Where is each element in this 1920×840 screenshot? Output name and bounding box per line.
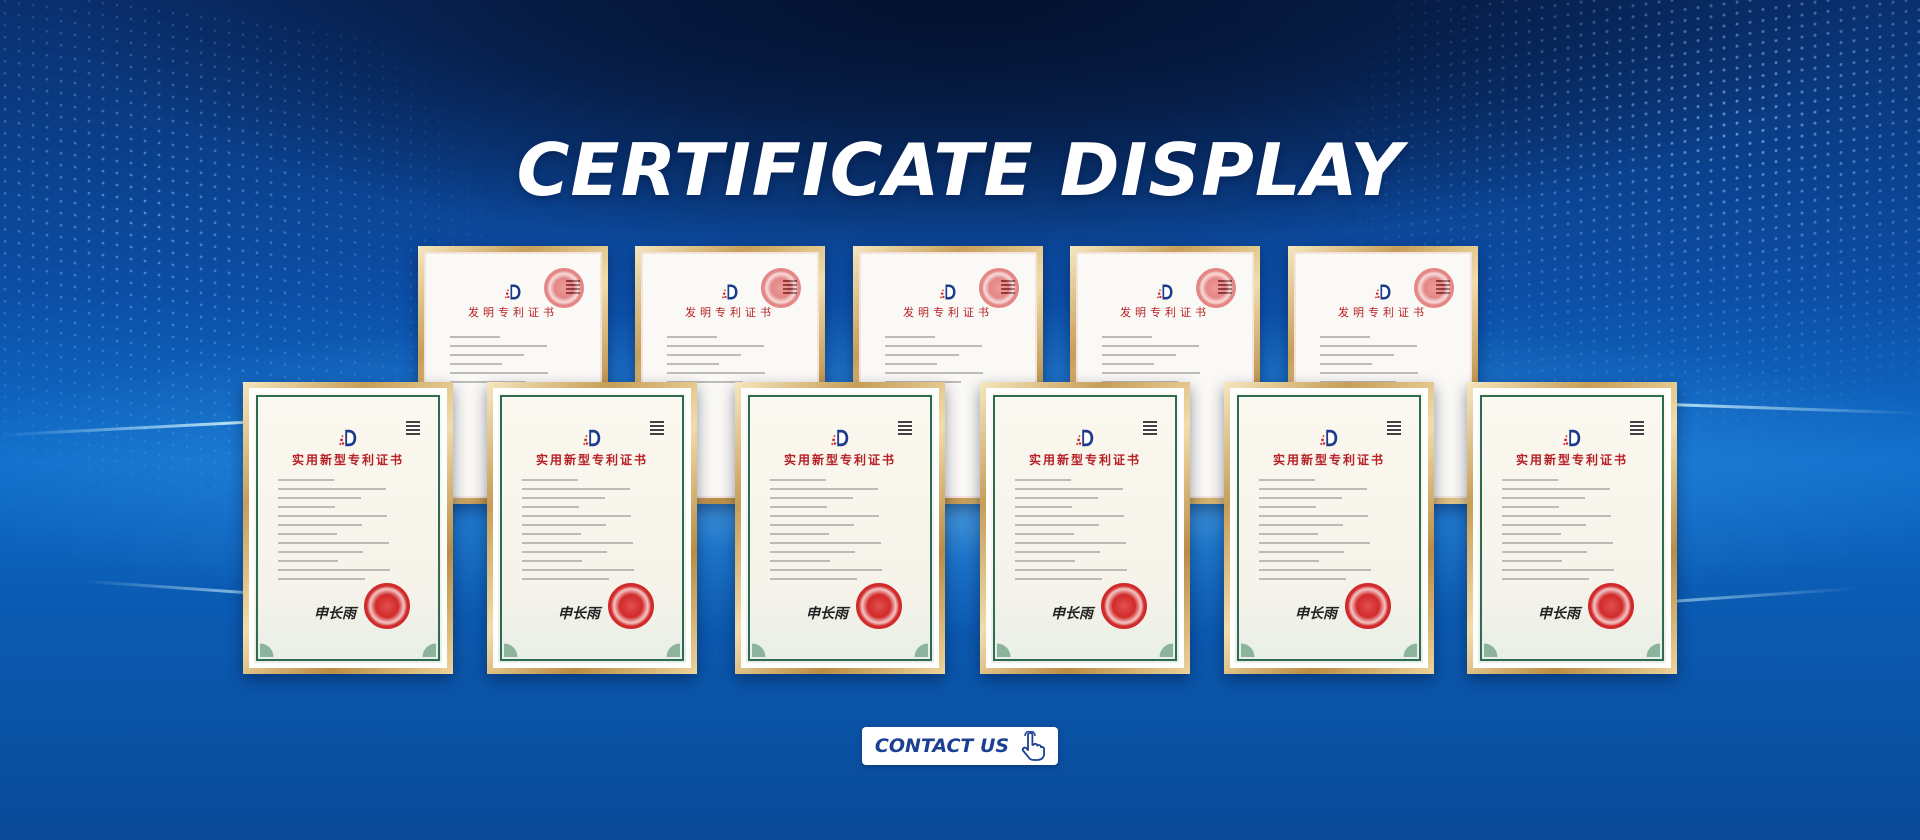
official-seal	[1345, 583, 1391, 629]
certificate-body-text	[1259, 479, 1399, 587]
cnipa-logo	[505, 284, 521, 300]
official-seal	[1101, 583, 1147, 629]
contact-us-button[interactable]: CONTACT US	[862, 727, 1058, 765]
certificate-title: 实用新型专利证书	[1028, 453, 1141, 467]
certificate-title: 发明专利证书	[1120, 306, 1210, 319]
certificate-body-text	[1502, 479, 1642, 587]
cnipa-logo	[1375, 284, 1391, 300]
certificate-title: 实用新型专利证书	[783, 453, 896, 467]
corner-ornament	[752, 637, 778, 657]
signature: 申长雨	[806, 606, 848, 622]
certificate-title: 实用新型专利证书	[291, 453, 404, 467]
certificate-title: 发明专利证书	[903, 306, 993, 319]
certificate-title: 实用新型专利证书	[535, 453, 648, 467]
cnipa-logo	[1320, 429, 1338, 447]
cnipa-logo	[1157, 284, 1173, 300]
signature: 申长雨	[558, 606, 600, 622]
cnipa-logo	[722, 284, 738, 300]
certificate-paper: 实用新型专利证书申长雨	[986, 388, 1184, 668]
qr-code	[898, 421, 912, 435]
utility-model-patent-certificate: 实用新型专利证书申长雨	[243, 382, 453, 674]
certificate-title: 实用新型专利证书	[1272, 453, 1385, 467]
qr-code	[650, 421, 664, 435]
corner-ornament	[1391, 637, 1417, 657]
pointing-hand-icon	[1022, 731, 1046, 761]
certificate-body-text	[522, 479, 662, 587]
official-seal	[856, 583, 902, 629]
qr-code	[1630, 421, 1644, 435]
utility-model-patent-certificate: 实用新型专利证书申长雨	[1224, 382, 1434, 674]
official-seal	[1414, 268, 1454, 308]
certificate-paper: 实用新型专利证书申长雨	[493, 388, 691, 668]
cnipa-logo	[339, 429, 357, 447]
corner-ornament	[504, 637, 530, 657]
official-seal	[979, 268, 1019, 308]
qr-code	[1387, 421, 1401, 435]
corner-ornament	[654, 637, 680, 657]
corner-ornament	[260, 637, 286, 657]
official-seal	[1588, 583, 1634, 629]
cnipa-logo	[940, 284, 956, 300]
certificate-paper: 实用新型专利证书申长雨	[1230, 388, 1428, 668]
qr-code	[1143, 421, 1157, 435]
cnipa-logo	[1563, 429, 1581, 447]
corner-ornament	[1484, 637, 1510, 657]
certificate-paper: 实用新型专利证书申长雨	[1473, 388, 1671, 668]
official-seal	[761, 268, 801, 308]
certificate-paper: 实用新型专利证书申长雨	[249, 388, 447, 668]
contact-us-label: CONTACT US	[874, 735, 1010, 757]
official-seal	[608, 583, 654, 629]
utility-model-patent-certificate: 实用新型专利证书申长雨	[980, 382, 1190, 674]
official-seal	[544, 268, 584, 308]
corner-ornament	[902, 637, 928, 657]
utility-model-patent-certificate: 实用新型专利证书申长雨	[1467, 382, 1677, 674]
page-title: CERTIFICATE DISPLAY	[516, 128, 1404, 212]
corner-ornament	[410, 637, 436, 657]
corner-ornament	[1147, 637, 1173, 657]
certificate-body-text	[770, 479, 910, 587]
certificate-body-text	[278, 479, 418, 587]
certificate-body-text	[1015, 479, 1155, 587]
official-seal	[364, 583, 410, 629]
signature: 申长雨	[1295, 606, 1337, 622]
cnipa-logo	[831, 429, 849, 447]
certificate-title: 发明专利证书	[685, 306, 775, 319]
utility-model-patent-certificate: 实用新型专利证书申长雨	[487, 382, 697, 674]
qr-code	[406, 421, 420, 435]
cnipa-logo	[1076, 429, 1094, 447]
certificate-title: 实用新型专利证书	[1515, 453, 1628, 467]
cnipa-logo	[583, 429, 601, 447]
signature: 申长雨	[314, 606, 356, 622]
certificate-title: 发明专利证书	[468, 306, 558, 319]
official-seal	[1196, 268, 1236, 308]
corner-ornament	[1241, 637, 1267, 657]
utility-model-patent-certificate: 实用新型专利证书申长雨	[735, 382, 945, 674]
signature: 申长雨	[1051, 606, 1093, 622]
corner-ornament	[997, 637, 1023, 657]
signature: 申长雨	[1538, 606, 1580, 622]
certificate-title: 发明专利证书	[1338, 306, 1428, 319]
certificate-paper: 实用新型专利证书申长雨	[741, 388, 939, 668]
corner-ornament	[1634, 637, 1660, 657]
